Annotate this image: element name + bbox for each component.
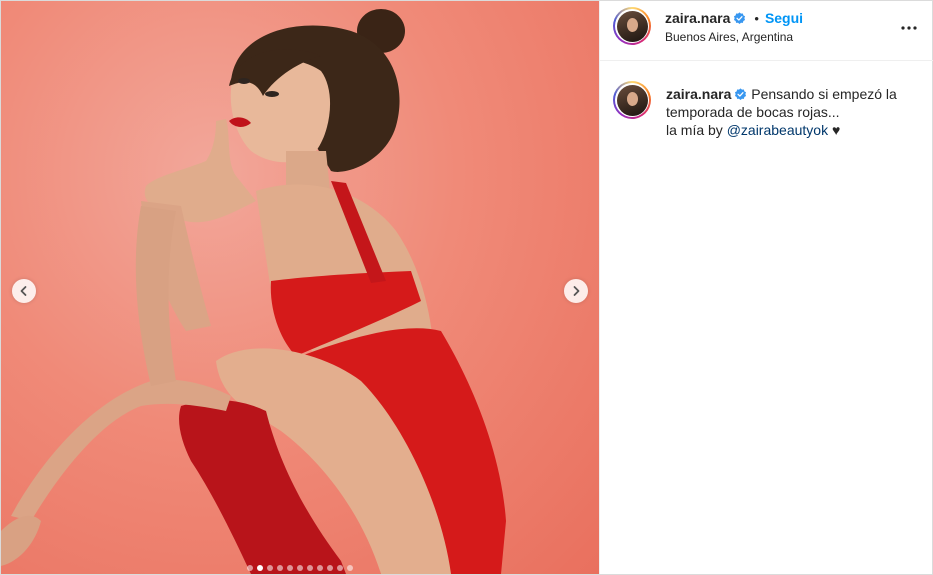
- carousel-prev-button[interactable]: [12, 279, 36, 303]
- location-link[interactable]: Buenos Aires, Argentina: [665, 30, 793, 44]
- carousel-dot: [347, 565, 353, 571]
- carousel-indicator: [1, 565, 599, 571]
- verified-badge-icon: [734, 12, 746, 24]
- mention-link[interactable]: @zairabeautyok: [727, 122, 828, 138]
- post-photo: [1, 9, 506, 574]
- chevron-right-icon: [573, 286, 580, 296]
- verified-badge-icon: [735, 88, 747, 100]
- follow-button[interactable]: Segui: [765, 10, 803, 26]
- caption-line-2-prefix: la mía by: [666, 122, 727, 138]
- carousel-dot: [327, 565, 333, 571]
- carousel-dot: [297, 565, 303, 571]
- post-media[interactable]: [1, 1, 599, 574]
- more-options-icon: [901, 26, 917, 30]
- chevron-left-icon: [20, 286, 27, 296]
- carousel-dot: [337, 565, 343, 571]
- heart-emoji: ♥: [831, 122, 841, 138]
- carousel-dot: [307, 565, 313, 571]
- caption-avatar[interactable]: [613, 81, 651, 119]
- caption-text: zaira.nara Pensando si empezó la tempora…: [666, 85, 906, 139]
- carousel-dot: [317, 565, 323, 571]
- avatar[interactable]: [613, 7, 651, 45]
- caption-username-link[interactable]: zaira.nara: [666, 86, 731, 102]
- carousel-dot: [277, 565, 283, 571]
- carousel-next-button[interactable]: [564, 279, 588, 303]
- carousel-dot: [267, 565, 273, 571]
- post-header: zaira.nara • Segui Buenos Aires, Argentina: [600, 1, 933, 61]
- more-options-button[interactable]: [899, 18, 919, 38]
- instagram-post: zaira.nara • Segui Buenos Aires, Argentina…: [0, 0, 933, 575]
- post-side-panel: zaira.nara • Segui Buenos Aires, Argentina…: [599, 1, 933, 574]
- username-link[interactable]: zaira.nara: [665, 10, 730, 26]
- separator-dot: •: [754, 11, 759, 26]
- carousel-dot: [247, 565, 253, 571]
- carousel-dot: [257, 565, 263, 571]
- carousel-dot: [287, 565, 293, 571]
